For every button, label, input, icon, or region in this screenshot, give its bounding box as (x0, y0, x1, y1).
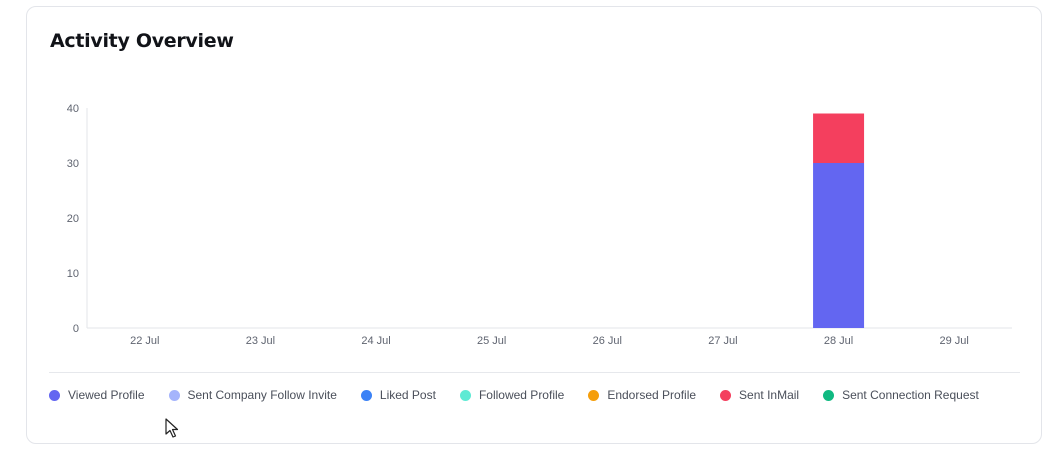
legend-label: Sent Company Follow Invite (187, 388, 337, 402)
legend-label: Sent InMail (739, 388, 800, 402)
legend-label: Sent Connection Request (842, 388, 979, 402)
mouse-cursor-icon (165, 418, 179, 438)
y-tick-label: 20 (67, 213, 79, 225)
x-tick-label: 25 Jul (477, 335, 506, 347)
legend-dot (49, 389, 60, 401)
activity-overview-card: Activity Overview 0 10 20 30 40 22 Jul 23 Jul 2… (26, 6, 1042, 444)
legend-item-endorsed-profile[interactable]: Endorsed Profile (588, 388, 696, 402)
x-tick-label: 26 Jul (593, 335, 622, 347)
legend-dot (588, 389, 600, 401)
legend-label: Viewed Profile (68, 388, 145, 402)
x-tick-label: 28 Jul (824, 335, 853, 347)
legend-item-sent-company-follow-invite[interactable]: Sent Company Follow Invite (168, 388, 337, 402)
legend-dot (360, 389, 372, 401)
activity-chart: 0 10 20 30 40 22 Jul 23 Jul 24 Jul 25 Jul 26 Jul 2… (67, 103, 1012, 347)
bar-segment (813, 163, 865, 328)
x-tick-label: 23 Jul (246, 335, 275, 347)
y-tick-label: 0 (73, 323, 79, 335)
y-tick-label: 10 (67, 268, 79, 280)
y-tick-label: 40 (67, 103, 79, 115)
legend-item-followed-profile[interactable]: Followed Profile (459, 388, 565, 402)
legend-item-viewed-profile[interactable]: Viewed Profile (49, 388, 145, 402)
y-tick-label: 30 (67, 158, 79, 170)
legend-divider (49, 372, 1020, 373)
legend-dot (823, 389, 835, 401)
legend-item-sent-connection-request[interactable]: Sent Connection Request (823, 388, 979, 402)
legend-label: Endorsed Profile (607, 388, 697, 402)
legend-dot (168, 389, 180, 401)
bar-segment (813, 113, 865, 163)
legend-item-sent-inmail[interactable]: Sent InMail (720, 388, 799, 402)
x-tick-label: 29 Jul (940, 335, 969, 347)
legend-dot (459, 389, 471, 401)
x-tick-label: 22 Jul (130, 335, 159, 347)
legend-label: Liked Post (379, 388, 436, 402)
legend-item-liked-post[interactable]: Liked Post (360, 388, 436, 402)
legend-label: Followed Profile (478, 388, 565, 402)
legend-dot (720, 389, 732, 401)
chart-legend: Viewed Profile Sent Company Follow Invit… (49, 388, 1003, 402)
x-tick-label: 27 Jul (708, 335, 737, 347)
x-tick-label: 24 Jul (361, 335, 390, 347)
